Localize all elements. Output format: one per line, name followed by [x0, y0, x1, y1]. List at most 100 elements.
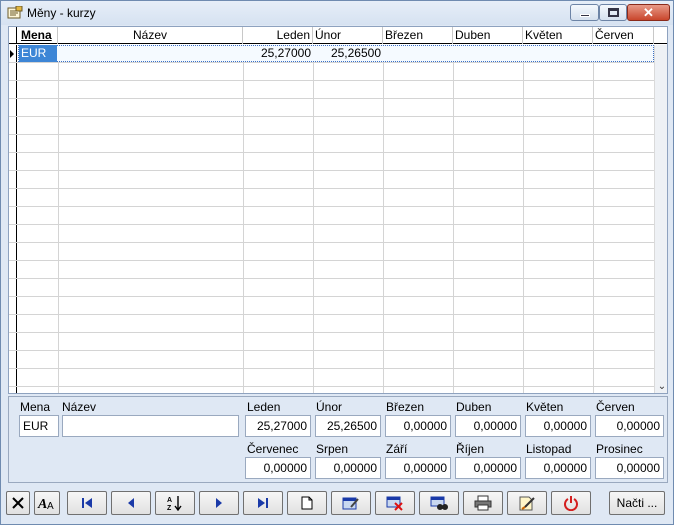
label-leden: Leden [247, 400, 281, 414]
unor-field[interactable]: 25,26500 [315, 415, 381, 437]
cervenec-field[interactable]: 0,00000 [245, 457, 311, 479]
find-record-button[interactable] [419, 491, 459, 515]
delete-record-button[interactable] [375, 491, 415, 515]
label-nazev: Název [62, 400, 97, 414]
listopad-field[interactable]: 0,00000 [525, 457, 591, 479]
svg-text:A: A [47, 501, 54, 511]
label-rijen: Říjen [456, 442, 485, 456]
minimize-button[interactable] [570, 4, 599, 21]
grid-row-line [9, 368, 654, 369]
cell-leden[interactable]: 25,27000 [243, 45, 313, 62]
minimize-icon [580, 14, 590, 17]
edit-record-button[interactable] [331, 491, 371, 515]
grid-row-line [9, 188, 654, 189]
label-duben: Duben [456, 400, 492, 414]
grid-row-line [9, 170, 654, 171]
previous-icon [128, 498, 134, 508]
column-header-mena[interactable]: Mena [18, 27, 58, 44]
app-icon [7, 6, 23, 19]
toolbar: A A A Z Načti ... [5, 489, 671, 519]
cell-kveten[interactable] [523, 45, 593, 62]
label-mena: Mena [20, 400, 51, 414]
grid-row-line [9, 134, 654, 135]
rijen-field[interactable]: 0,00000 [455, 457, 521, 479]
column-header-kveten[interactable]: Květen [523, 27, 593, 44]
window: Měny - kurzy ✕ Mena Název Leden Únor Bře… [0, 0, 674, 525]
leden-field[interactable]: 25,27000 [245, 415, 311, 437]
grid-row-line [9, 152, 654, 153]
cell-unor[interactable]: 25,26500 [313, 45, 383, 62]
current-row-arrow-icon [10, 50, 14, 58]
printer-icon [474, 495, 492, 511]
title-bar[interactable]: Měny - kurzy ✕ [1, 1, 673, 25]
label-unor: Únor [316, 400, 343, 414]
cell-cerven[interactable] [593, 45, 654, 62]
grid-row-line [9, 278, 654, 279]
sort-button[interactable]: A Z [155, 491, 195, 515]
maximize-icon [608, 8, 619, 17]
table-row[interactable]: EUR 25,27000 25,26500 [9, 45, 654, 62]
svg-text:A: A [37, 497, 47, 511]
label-kveten: Květen [526, 400, 564, 414]
x-icon [12, 497, 24, 509]
svg-text:A: A [167, 497, 172, 504]
print-button[interactable] [463, 491, 503, 515]
first-icon [82, 498, 92, 508]
grid-body[interactable]: EUR 25,27000 25,26500 [9, 45, 654, 393]
nazev-field[interactable] [62, 415, 239, 437]
exit-button[interactable] [551, 491, 591, 515]
maximize-button[interactable] [599, 4, 627, 21]
grid-header: Mena Název Leden Únor Březen Duben Květe… [9, 27, 667, 44]
column-header-brezen[interactable]: Březen [383, 27, 453, 44]
prosinec-field[interactable]: 0,00000 [595, 457, 664, 479]
grid-row-line [9, 116, 654, 117]
duben-field[interactable]: 0,00000 [455, 415, 521, 437]
srpen-field[interactable]: 0,00000 [315, 457, 381, 479]
font-icon: A A [37, 497, 54, 511]
cell-duben[interactable] [453, 45, 523, 62]
grid-row-line [9, 224, 654, 225]
grid-row-line [9, 260, 654, 261]
new-record-button[interactable] [287, 491, 327, 515]
font-button[interactable]: A A [34, 491, 60, 515]
label-cerven: Červen [596, 400, 635, 414]
detail-panel: Mena Název Leden Únor Březen Duben Květe… [8, 396, 668, 483]
grid-row-line [9, 350, 654, 351]
svg-text:Z: Z [167, 505, 172, 511]
close-icon: ✕ [643, 5, 654, 20]
edit-icon [342, 497, 359, 510]
label-brezen: Březen [386, 400, 425, 414]
zari-field[interactable]: 0,00000 [385, 457, 451, 479]
label-cervenec: Červenec [247, 442, 299, 456]
close-form-button[interactable] [6, 491, 30, 515]
mena-field[interactable]: EUR [19, 415, 59, 437]
next-record-button[interactable] [199, 491, 239, 515]
grid-row-line [9, 386, 654, 387]
column-header-unor[interactable]: Únor [313, 27, 383, 44]
print-preview-button[interactable] [507, 491, 547, 515]
cerven-field[interactable]: 0,00000 [595, 415, 664, 437]
previous-record-button[interactable] [111, 491, 151, 515]
grid-row-line [9, 98, 654, 99]
currency-grid[interactable]: Mena Název Leden Únor Březen Duben Květe… [8, 26, 668, 394]
last-record-button[interactable] [243, 491, 283, 515]
first-record-button[interactable] [67, 491, 107, 515]
vertical-scrollbar[interactable]: ⌄ [654, 45, 667, 393]
column-header-leden[interactable]: Leden [243, 27, 313, 44]
sort-az-icon: A Z [167, 496, 182, 511]
column-header-nazev[interactable]: Název [58, 27, 243, 44]
grid-row-line [9, 332, 654, 333]
scroll-down-icon[interactable]: ⌄ [655, 381, 667, 392]
cell-nazev[interactable] [60, 45, 242, 62]
close-button[interactable]: ✕ [627, 4, 670, 21]
cell-mena[interactable]: EUR [19, 45, 57, 62]
column-header-cerven[interactable]: Červen [593, 27, 654, 44]
next-icon [216, 498, 222, 508]
kveten-field[interactable]: 0,00000 [525, 415, 591, 437]
label-zari: Září [386, 442, 408, 456]
grid-row-line [9, 206, 654, 207]
cell-brezen[interactable] [383, 45, 453, 62]
load-button[interactable]: Načti ... [609, 491, 665, 515]
brezen-field[interactable]: 0,00000 [385, 415, 451, 437]
column-header-duben[interactable]: Duben [453, 27, 523, 44]
